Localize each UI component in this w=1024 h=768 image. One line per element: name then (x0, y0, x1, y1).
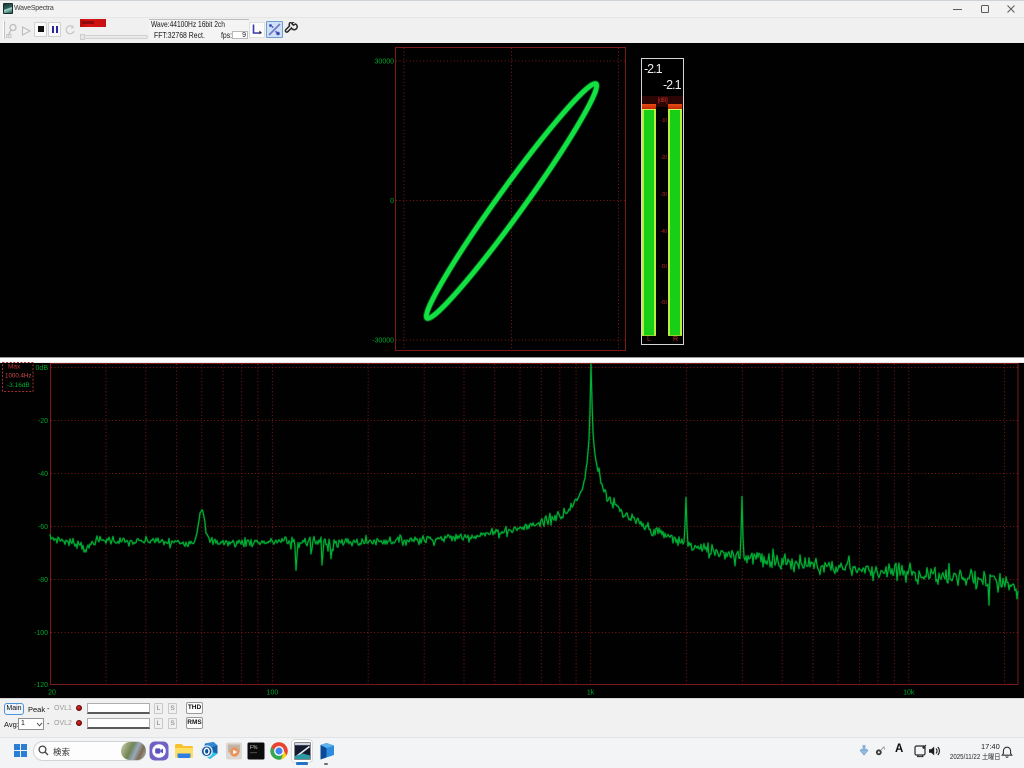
svg-text:20: 20 (48, 690, 56, 697)
svg-text:-80: -80 (38, 577, 48, 584)
svg-text:10k: 10k (903, 690, 915, 697)
svg-text:1000.4Hz: 1000.4Hz (5, 373, 32, 380)
svg-text:-100: -100 (34, 630, 48, 637)
svg-text:-40: -40 (38, 471, 48, 478)
svg-text:-120: -120 (34, 682, 48, 689)
svg-text:Max: Max (8, 364, 21, 371)
svg-text:F%: F% (250, 745, 258, 751)
svg-text:-20: -20 (38, 418, 48, 425)
svg-text:-3.16dB: -3.16dB (7, 382, 30, 389)
svg-text:0dB: 0dB (36, 365, 49, 372)
svg-text:100: 100 (267, 690, 279, 697)
svg-text:1k: 1k (587, 690, 595, 697)
svg-text:-60: -60 (38, 524, 48, 531)
